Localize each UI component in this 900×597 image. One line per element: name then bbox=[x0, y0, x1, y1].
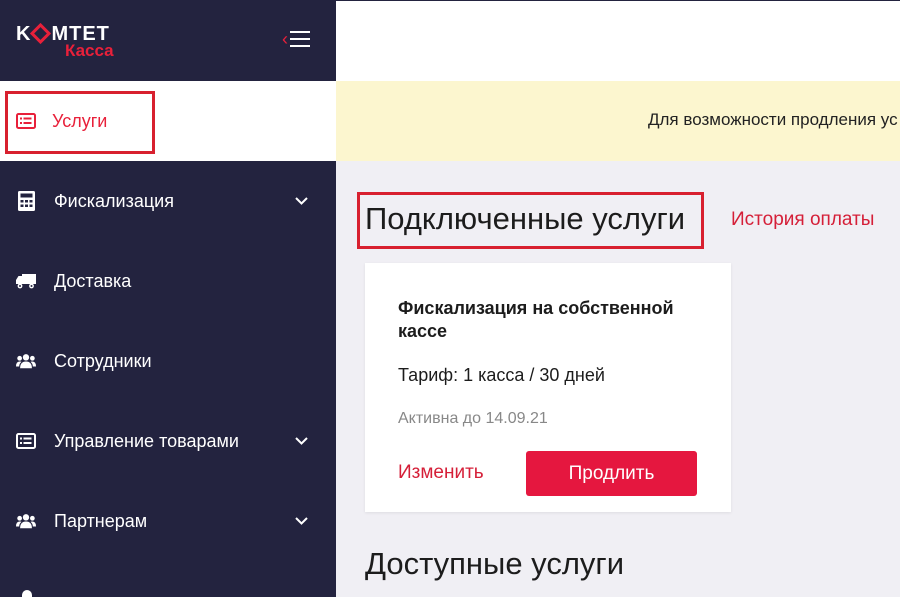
collapse-sidebar-button[interactable]: ‹ bbox=[282, 30, 310, 48]
sidebar-next-item-icon bbox=[22, 590, 32, 597]
sidebar-item-label: Услуги bbox=[52, 110, 108, 131]
sidebar-item-label: Партнерам bbox=[54, 510, 148, 531]
service-card-title: Фискализация на собственной кассе bbox=[398, 298, 674, 341]
top-bar bbox=[336, 0, 900, 81]
service-card-active-until: Активна до 14.09.21 bbox=[398, 410, 548, 427]
sidebar-item-label: Доставка bbox=[54, 270, 132, 291]
users-icon bbox=[16, 351, 36, 371]
brand-header: K MTET Касса ‹ bbox=[0, 0, 336, 81]
extend-service-button[interactable]: Продлить bbox=[526, 451, 697, 496]
available-services-title: Доступные услуги bbox=[365, 546, 625, 581]
sidebar-item-label: Фискализация bbox=[54, 190, 174, 211]
sidebar-item-product-management[interactable]: Управление товарами bbox=[0, 401, 336, 481]
list-card-icon bbox=[16, 431, 36, 451]
chevron-down-icon bbox=[294, 194, 308, 208]
service-card-tariff: Тариф: 1 касса / 30 дней bbox=[398, 365, 605, 385]
change-service-link[interactable]: Изменить bbox=[398, 462, 484, 484]
komtet-kassa-logo[interactable]: K MTET Касса bbox=[16, 22, 114, 59]
sidebar-item-fiscalization[interactable]: Фискализация bbox=[0, 161, 336, 241]
sidebar-item-label: Управление товарами bbox=[54, 430, 239, 451]
sidebar-item-label: Сотрудники bbox=[54, 350, 152, 371]
calculator-icon bbox=[16, 191, 36, 211]
notice-banner: Для возможности продления ус bbox=[336, 81, 900, 161]
users-icon bbox=[16, 511, 36, 531]
service-card: Фискализация на собственной кассе Тариф:… bbox=[365, 263, 731, 512]
sidebar-item-partners[interactable]: Партнерам bbox=[0, 481, 336, 561]
chevron-down-icon bbox=[294, 434, 308, 448]
notice-text: Для возможности продления ус bbox=[648, 110, 898, 129]
chevron-down-icon bbox=[294, 514, 308, 528]
truck-icon bbox=[16, 271, 36, 291]
list-card-icon bbox=[16, 111, 36, 131]
sidebar-item-employees[interactable]: Сотрудники bbox=[0, 321, 336, 401]
chevron-left-icon: ‹ bbox=[282, 29, 288, 49]
sidebar-item-delivery[interactable]: Доставка bbox=[0, 241, 336, 321]
connected-services-title: Подключенные услуги bbox=[365, 201, 686, 236]
sidebar-item-services[interactable]: Услуги bbox=[0, 81, 336, 161]
hamburger-icon bbox=[290, 31, 310, 47]
payment-history-link[interactable]: История оплаты bbox=[731, 209, 874, 231]
